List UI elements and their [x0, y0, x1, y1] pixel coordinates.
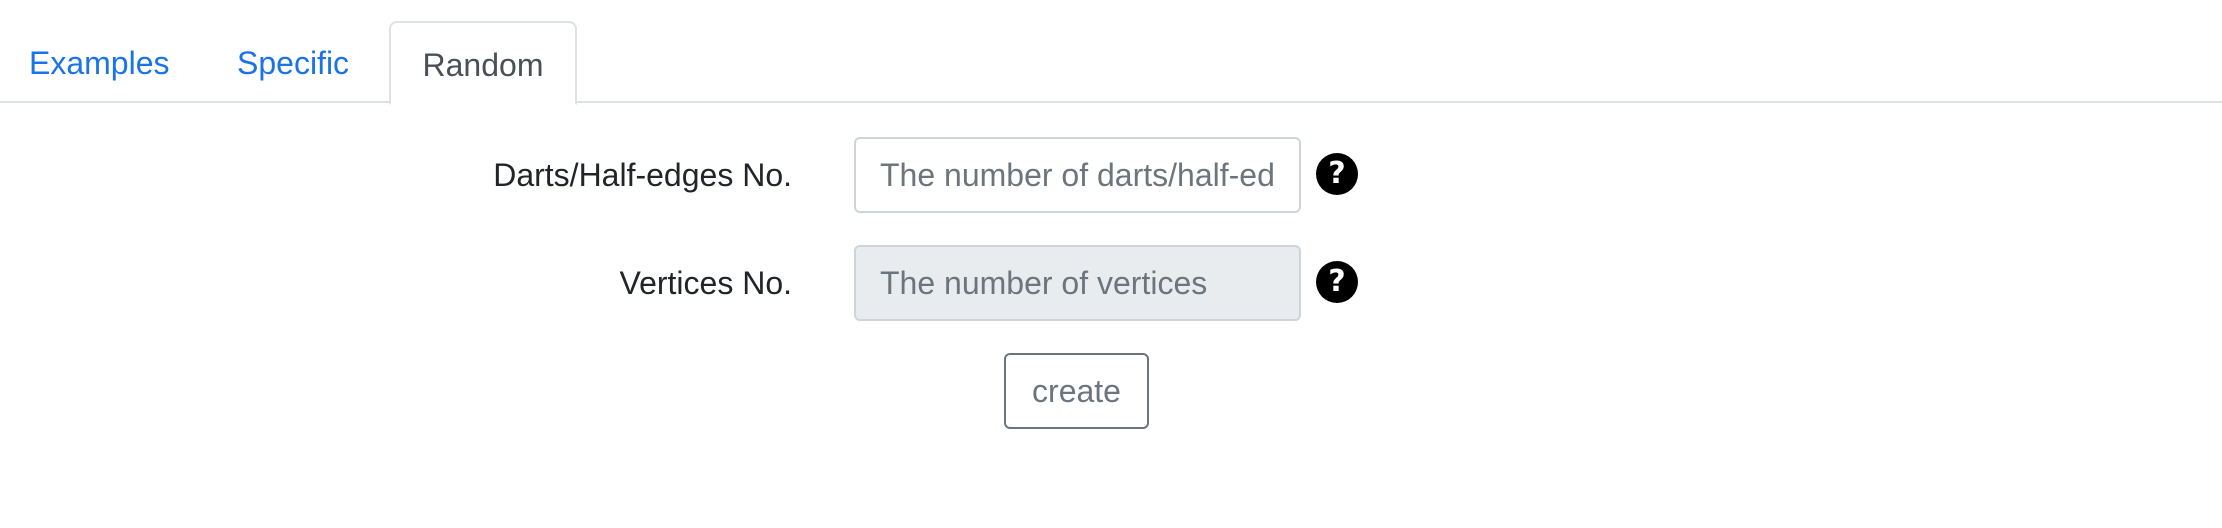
tab-random[interactable]: Random: [389, 21, 577, 105]
darts-label: Darts/Half-edges No.: [493, 157, 792, 193]
tab-bar: Examples Specific Random: [0, 0, 2222, 105]
vertices-input[interactable]: [854, 245, 1301, 321]
question-circle-icon[interactable]: ?: [1316, 261, 1358, 303]
create-button[interactable]: create: [1004, 353, 1149, 429]
question-circle-icon[interactable]: ?: [1316, 153, 1358, 195]
tab-specific[interactable]: Specific: [237, 21, 349, 105]
tab-examples[interactable]: Examples: [29, 21, 170, 105]
vertices-label: Vertices No.: [619, 265, 792, 301]
darts-input[interactable]: [854, 137, 1301, 213]
